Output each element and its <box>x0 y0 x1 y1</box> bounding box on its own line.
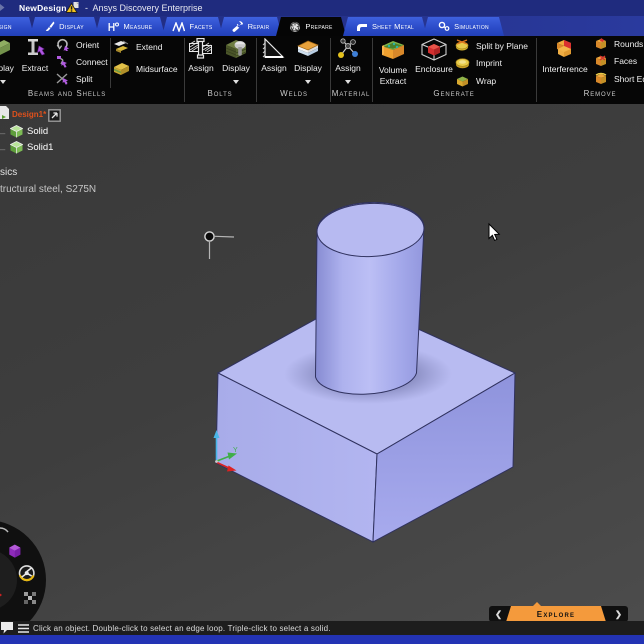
svg-text:Y: Y <box>233 447 238 454</box>
